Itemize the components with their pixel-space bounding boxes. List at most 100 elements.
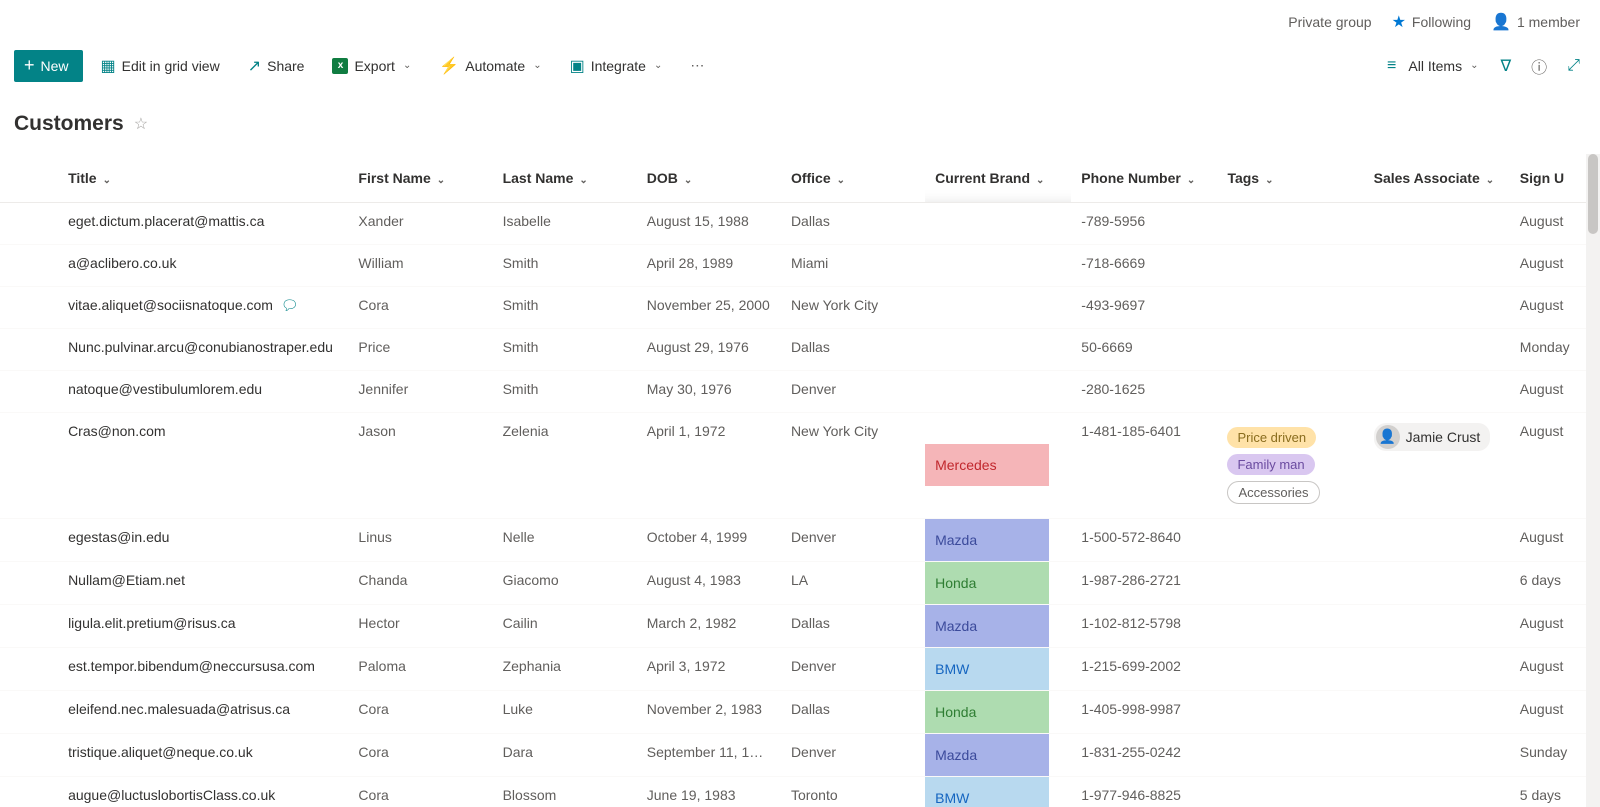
cell-title[interactable]: vitae.aliquet@sociisnatoque.com🗨 <box>58 286 348 328</box>
cell-sales-associate <box>1364 370 1510 412</box>
col-phone-header[interactable]: Phone Number⌄ <box>1071 154 1217 202</box>
cell-tags <box>1217 370 1363 412</box>
chevron-down-icon: ⌄ <box>403 60 411 71</box>
cell-title[interactable]: augue@luctuslobortisClass.co.uk <box>58 776 348 807</box>
table-row[interactable]: natoque@vestibulumlorem.eduJenniferSmith… <box>0 370 1600 412</box>
list-title-row: Customers ☆ <box>0 88 1600 154</box>
edit-grid-button[interactable]: ▦ Edit in grid view <box>91 50 230 82</box>
cell-office: Dallas <box>781 202 925 244</box>
favorite-star-icon[interactable]: ☆ <box>134 114 148 134</box>
col-tags-header[interactable]: Tags⌄ <box>1217 154 1363 202</box>
cell-first-name: Jason <box>348 412 492 518</box>
col-last-name-header[interactable]: Last Name⌄ <box>493 154 637 202</box>
cell-sales-associate <box>1364 561 1510 604</box>
cell-sales-associate <box>1364 518 1510 561</box>
table-scroll-wrap[interactable]: Title⌄ First Name⌄ Last Name⌄ DOB⌄ Offic… <box>0 154 1600 807</box>
filter-icon[interactable]: ∇ <box>1494 56 1517 76</box>
col-first-name-header[interactable]: First Name⌄ <box>348 154 492 202</box>
table-row[interactable]: ligula.elit.pretium@risus.caHectorCailin… <box>0 604 1600 647</box>
view-selector[interactable]: ≡ All Items ⌄ <box>1373 50 1486 82</box>
cell-last-name: Smith <box>493 370 637 412</box>
cell-current-brand <box>925 370 1071 412</box>
select-all-header[interactable] <box>0 154 58 202</box>
cell-first-name: Paloma <box>348 647 492 690</box>
cell-title[interactable]: Nullam@Etiam.net <box>58 561 348 604</box>
cell-title[interactable]: tristique.aliquet@neque.co.uk <box>58 733 348 776</box>
cell-tags <box>1217 776 1363 807</box>
cell-sales-associate: 👤Jamie Crust <box>1364 412 1510 518</box>
cell-first-name: Price <box>348 328 492 370</box>
cell-dob: April 28, 1989 <box>637 244 781 286</box>
cell-dob: June 19, 1983 <box>637 776 781 807</box>
col-sales-assoc-header[interactable]: Sales Associate⌄ <box>1364 154 1510 202</box>
table-row[interactable]: Nunc.pulvinar.arcu@conubianostraper.eduP… <box>0 328 1600 370</box>
export-button[interactable]: x Export ⌄ <box>322 50 421 82</box>
cell-current-brand <box>925 244 1071 286</box>
ellipsis-icon: ⋯ <box>690 57 704 74</box>
scrollbar-thumb[interactable] <box>1588 154 1598 234</box>
integrate-button[interactable]: ▣ Integrate ⌄ <box>560 50 673 82</box>
col-office-header[interactable]: Office⌄ <box>781 154 925 202</box>
cell-first-name: Chanda <box>348 561 492 604</box>
chevron-down-icon: ⌄ <box>837 175 845 186</box>
command-bar: + New ▦ Edit in grid view ↗ Share x Expo… <box>0 44 1600 88</box>
cell-last-name: Giacomo <box>493 561 637 604</box>
cell-dob: April 3, 1972 <box>637 647 781 690</box>
more-button[interactable]: ⋯ <box>680 50 714 82</box>
cell-current-brand: BMW <box>925 776 1071 807</box>
col-title-header[interactable]: Title⌄ <box>58 154 348 202</box>
table-row[interactable]: tristique.aliquet@neque.co.ukCoraDaraSep… <box>0 733 1600 776</box>
cell-phone: 50-6669 <box>1071 328 1217 370</box>
share-icon: ↗ <box>248 56 261 76</box>
cell-current-brand <box>925 202 1071 244</box>
col-dob-header[interactable]: DOB⌄ <box>637 154 781 202</box>
cell-title[interactable]: ligula.elit.pretium@risus.ca <box>58 604 348 647</box>
table-row[interactable]: Nullam@Etiam.netChandaGiacomoAugust 4, 1… <box>0 561 1600 604</box>
cell-phone: -493-9697 <box>1071 286 1217 328</box>
col-current-brand-header[interactable]: Current Brand⌄ A to Z Z to A Filter by G… <box>925 154 1071 202</box>
cell-title[interactable]: egestas@in.edu <box>58 518 348 561</box>
cell-current-brand: Honda <box>925 561 1071 604</box>
table-row[interactable]: est.tempor.bibendum@neccursusa.comPaloma… <box>0 647 1600 690</box>
table-row[interactable]: augue@luctuslobortisClass.co.ukCoraBloss… <box>0 776 1600 807</box>
cell-phone: 1-500-572-8640 <box>1071 518 1217 561</box>
table-row[interactable]: Cras@non.comJasonZeleniaApril 1, 1972New… <box>0 412 1600 518</box>
cell-title[interactable]: est.tempor.bibendum@neccursusa.com <box>58 647 348 690</box>
brand-pill: Honda <box>925 562 1049 604</box>
cell-title[interactable]: eleifend.nec.malesuada@atrisus.ca <box>58 690 348 733</box>
cell-first-name: Cora <box>348 733 492 776</box>
cell-tags <box>1217 202 1363 244</box>
new-button[interactable]: + New <box>14 50 83 82</box>
members-link[interactable]: 👤 1 member <box>1491 12 1580 32</box>
cell-title[interactable]: Cras@non.com <box>58 412 348 518</box>
cell-title[interactable]: Nunc.pulvinar.arcu@conubianostraper.edu <box>58 328 348 370</box>
table-row[interactable]: vitae.aliquet@sociisnatoque.com🗨CoraSmit… <box>0 286 1600 328</box>
table-row[interactable]: a@aclibero.co.ukWilliamSmithApril 28, 19… <box>0 244 1600 286</box>
cell-office: New York City <box>781 286 925 328</box>
following-link[interactable]: ★ Following <box>1392 12 1471 32</box>
cell-current-brand: Mazda <box>925 733 1071 776</box>
cell-phone: 1-405-998-9987 <box>1071 690 1217 733</box>
expand-icon[interactable]: ⤢ <box>1561 57 1586 75</box>
share-button[interactable]: ↗ Share <box>238 50 315 82</box>
table-row[interactable]: eleifend.nec.malesuada@atrisus.caCoraLuk… <box>0 690 1600 733</box>
table-row[interactable]: eget.dictum.placerat@mattis.caXanderIsab… <box>0 202 1600 244</box>
cell-dob: March 2, 1982 <box>637 604 781 647</box>
vertical-scrollbar[interactable] <box>1586 154 1600 807</box>
cell-first-name: Cora <box>348 690 492 733</box>
cell-title[interactable]: eget.dictum.placerat@mattis.ca <box>58 202 348 244</box>
cell-phone: 1-481-185-6401 <box>1071 412 1217 518</box>
cell-tags <box>1217 647 1363 690</box>
cell-phone: 1-987-286-2721 <box>1071 561 1217 604</box>
comment-icon[interactable]: 🗨 <box>281 297 299 314</box>
automate-button[interactable]: ⚡ Automate ⌄ <box>429 50 551 82</box>
info-icon[interactable]: ⓘ <box>1525 54 1553 78</box>
cell-sales-associate <box>1364 202 1510 244</box>
chevron-down-icon: ⌄ <box>1036 175 1044 186</box>
person-pill[interactable]: 👤Jamie Crust <box>1374 423 1491 451</box>
brand-pill: BMW <box>925 777 1049 807</box>
cell-title[interactable]: a@aclibero.co.uk <box>58 244 348 286</box>
cell-title[interactable]: natoque@vestibulumlorem.edu <box>58 370 348 412</box>
cell-office: New York City <box>781 412 925 518</box>
table-row[interactable]: egestas@in.eduLinusNelleOctober 4, 1999D… <box>0 518 1600 561</box>
